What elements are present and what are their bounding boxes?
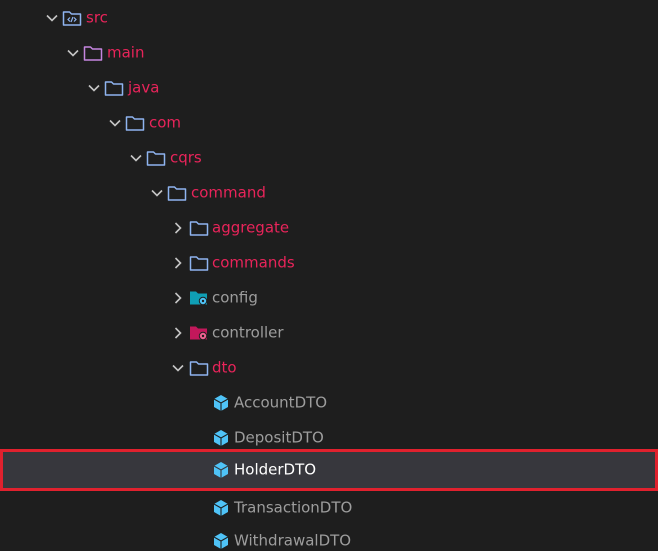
java-class-icon <box>211 461 231 479</box>
chevron-right-icon[interactable] <box>170 325 186 341</box>
tree-item-controller[interactable]: controller <box>0 315 658 350</box>
tree-item-java[interactable]: java <box>0 70 658 105</box>
tree-item-main[interactable]: main <box>0 35 658 70</box>
chevron-down-icon[interactable] <box>107 115 123 131</box>
tree-item-label: DepositDTO <box>234 428 324 446</box>
source-folder-icon <box>62 9 82 27</box>
java-class-icon <box>211 532 231 550</box>
file-explorer-tree: src main java com cqrs command aggregate… <box>0 0 658 551</box>
tree-item-label: src <box>86 8 108 26</box>
tree-item-label: commands <box>212 253 295 271</box>
tree-item-config[interactable]: config <box>0 280 658 315</box>
folder-open-icon <box>167 184 187 202</box>
java-class-icon <box>211 499 231 517</box>
tree-item-accountdto[interactable]: AccountDTO <box>0 385 658 420</box>
tree-item-label: cqrs <box>170 148 202 166</box>
tree-item-commands[interactable]: commands <box>0 245 658 280</box>
tree-item-label: WithdrawalDTO <box>234 531 352 550</box>
tree-item-label: HolderDTO <box>234 460 317 479</box>
folder-open-icon <box>125 114 145 132</box>
chevron-down-icon[interactable] <box>170 360 186 376</box>
tree-item-com[interactable]: com <box>0 105 658 140</box>
folder-open-icon <box>104 79 124 97</box>
tree-item-label: java <box>128 78 160 96</box>
tree-item-command[interactable]: command <box>0 175 658 210</box>
tree-item-label: AccountDTO <box>234 393 328 411</box>
folder-open-icon <box>189 359 209 377</box>
config-folder-icon <box>189 289 209 307</box>
chevron-down-icon[interactable] <box>86 80 102 96</box>
tree-item-label: aggregate <box>212 218 290 236</box>
tree-item-label: com <box>149 113 182 131</box>
folder-icon <box>189 219 209 237</box>
tree-item-label: controller <box>212 323 284 341</box>
tree-item-dto[interactable]: dto <box>0 350 658 385</box>
java-class-icon <box>211 429 231 447</box>
tree-item-holderdto[interactable]: HolderDTO <box>0 449 658 491</box>
chevron-right-icon[interactable] <box>170 255 186 271</box>
tree-item-label: command <box>191 183 266 201</box>
tree-item-src[interactable]: src <box>0 0 658 35</box>
chevron-down-icon[interactable] <box>44 10 60 26</box>
chevron-down-icon[interactable] <box>128 150 144 166</box>
tree-item-label: dto <box>212 358 237 376</box>
controller-folder-icon <box>189 324 209 342</box>
tree-item-label: config <box>212 288 258 306</box>
chevron-right-icon[interactable] <box>170 220 186 236</box>
tree-item-transactiondto[interactable]: TransactionDTO <box>0 490 658 525</box>
java-class-icon <box>211 394 231 412</box>
folder-open-icon <box>83 44 103 62</box>
folder-icon <box>189 254 209 272</box>
chevron-right-icon[interactable] <box>170 290 186 306</box>
chevron-down-icon[interactable] <box>149 185 165 201</box>
tree-item-aggregate[interactable]: aggregate <box>0 210 658 245</box>
tree-item-withdrawaldto[interactable]: WithdrawalDTO <box>0 524 658 551</box>
tree-item-label: TransactionDTO <box>234 498 353 516</box>
tree-item-label: main <box>107 43 145 61</box>
folder-open-icon <box>146 149 166 167</box>
tree-item-cqrs[interactable]: cqrs <box>0 140 658 175</box>
chevron-down-icon[interactable] <box>65 45 81 61</box>
